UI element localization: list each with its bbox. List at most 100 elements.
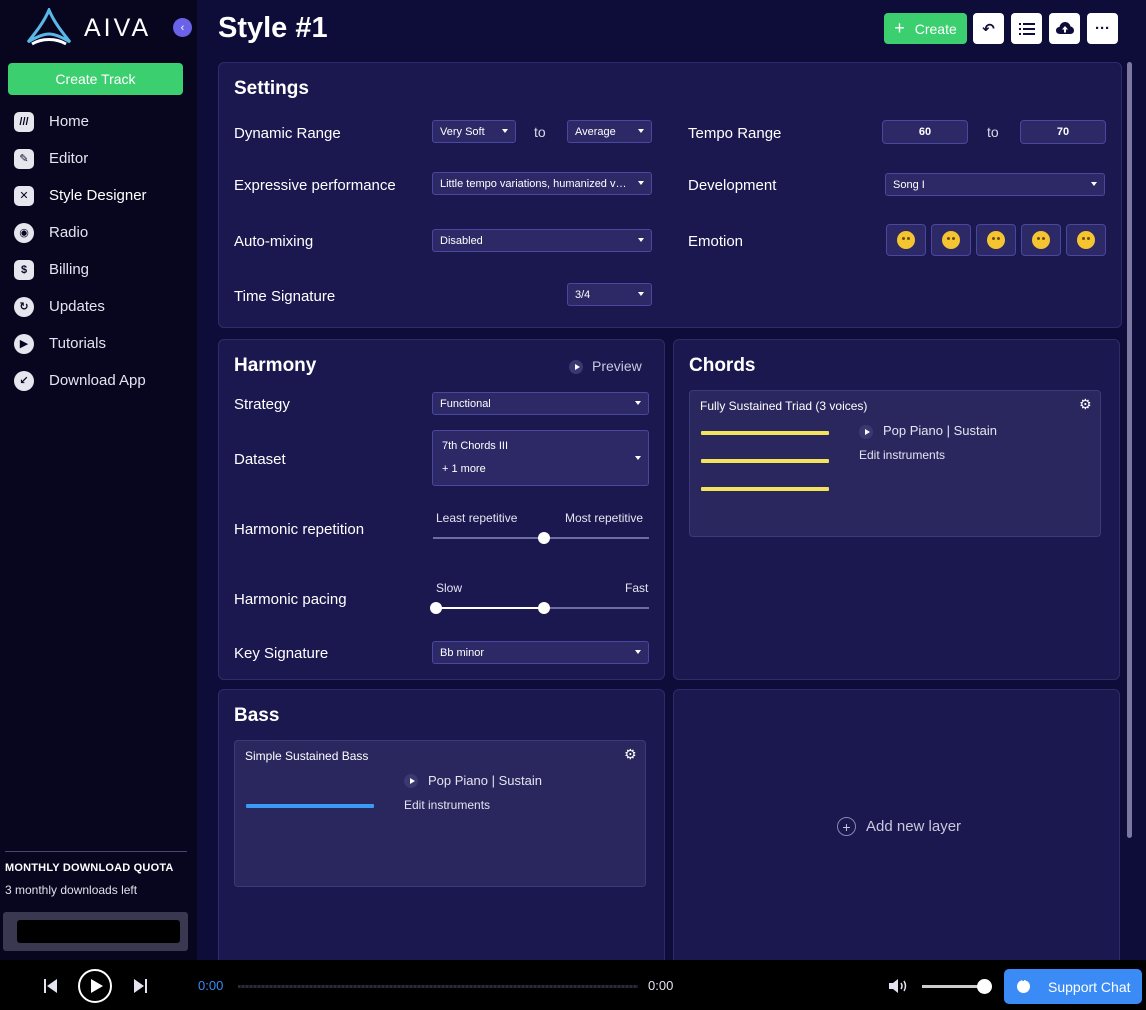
auto-mixing-select[interactable]: Disabled: [432, 229, 652, 252]
collapse-sidebar-button[interactable]: ‹: [173, 18, 192, 37]
emotion-grimace-button[interactable]: [1066, 224, 1106, 256]
chords-settings-gear-icon[interactable]: ⚙: [1079, 396, 1092, 413]
home-icon: ///: [14, 111, 34, 132]
select-value: Little tempo variations, humanized veloc…: [440, 177, 629, 190]
dynamic-range-to-text: to: [534, 124, 546, 140]
tempo-range-label: Tempo Range: [688, 125, 782, 142]
play-button[interactable]: [78, 969, 112, 1003]
bass-layer[interactable]: Simple Sustained Bass ⚙ Pop Piano | Sust…: [234, 740, 646, 887]
harmony-title: Harmony: [234, 355, 317, 376]
party-face-icon: [942, 231, 960, 249]
tempo-min-input[interactable]: 60: [882, 120, 968, 144]
caret-down-icon: [635, 650, 641, 654]
sidebar-item-download-app[interactable]: ↙ Download App: [0, 362, 197, 399]
repetition-slider-thumb[interactable]: [538, 532, 550, 544]
sidebar-item-tutorials[interactable]: ▶ Tutorials: [0, 325, 197, 362]
undo-button[interactable]: ↶: [973, 13, 1004, 44]
dataset-label: Dataset: [234, 451, 286, 468]
sidebar-item-label: Billing: [49, 261, 90, 278]
sidebar-item-label: Style Designer: [49, 187, 147, 204]
bass-instrument: Pop Piano | Sustain: [428, 773, 542, 788]
select-value: Very Soft: [440, 125, 485, 138]
bass-voice-bar: [246, 804, 374, 808]
volume-slider-track[interactable]: [922, 985, 984, 988]
dynamic-range-to-select[interactable]: Average: [567, 120, 652, 143]
expressive-label: Expressive performance: [234, 177, 396, 194]
pacing-slider-thumb-high[interactable]: [538, 602, 550, 614]
style-designer-icon: ✕: [14, 185, 34, 206]
emotion-anxious-button[interactable]: [976, 224, 1016, 256]
sidebar-item-label: Tutorials: [49, 335, 106, 352]
crying-face-icon: [1032, 231, 1050, 249]
dynamic-range-from-select[interactable]: Very Soft: [432, 120, 516, 143]
development-select[interactable]: Song I: [885, 173, 1105, 196]
create-track-button[interactable]: Create Track: [8, 63, 183, 95]
dynamic-range-label: Dynamic Range: [234, 125, 341, 142]
harmony-preview-button[interactable]: Preview: [569, 358, 649, 376]
tutorials-icon: ▶: [14, 333, 34, 354]
chords-edit-instruments-link[interactable]: Edit instruments: [859, 448, 945, 462]
support-chat-button[interactable]: Support Chat: [1004, 969, 1142, 1004]
next-track-icon[interactable]: [133, 978, 147, 994]
key-signature-select[interactable]: Bb minor: [432, 641, 649, 664]
playback-progress-bar[interactable]: [238, 985, 638, 988]
main-scrollbar[interactable]: [1127, 62, 1132, 838]
strategy-select[interactable]: Functional: [432, 392, 649, 415]
pacing-slider-thumb-low[interactable]: [430, 602, 442, 614]
updates-icon: ↻: [14, 296, 34, 317]
volume-slider-thumb[interactable]: [977, 979, 992, 994]
settings-title: Settings: [234, 78, 309, 99]
caret-down-icon: [638, 292, 644, 296]
add-layer-label: Add new layer: [866, 818, 962, 835]
quota-divider: [5, 851, 187, 852]
pacing-max-label: Fast: [625, 581, 649, 595]
bass-settings-gear-icon[interactable]: ⚙: [624, 746, 637, 763]
more-options-button[interactable]: ···: [1087, 13, 1118, 44]
sidebar-item-radio[interactable]: ◉ Radio: [0, 214, 197, 251]
auto-mixing-label: Auto-mixing: [234, 233, 314, 250]
sidebar-item-editor[interactable]: ✎ Editor: [0, 140, 197, 177]
select-value: Functional: [440, 397, 491, 410]
sidebar-item-style-designer[interactable]: ✕ Style Designer: [0, 177, 197, 214]
chords-instrument: Pop Piano | Sustain: [883, 423, 997, 438]
bass-title: Bass: [234, 705, 280, 726]
chords-instrument-play-icon[interactable]: [859, 425, 873, 439]
cloud-upload-button[interactable]: [1049, 13, 1080, 44]
chord-voice-bar: [701, 459, 829, 463]
download-icon: ↙: [14, 370, 34, 391]
emotion-label: Emotion: [688, 233, 744, 250]
chevron-left-icon: ‹: [180, 21, 185, 34]
aiva-logo[interactable]: AIVA: [26, 8, 151, 48]
time-signature-select[interactable]: 3/4: [567, 283, 652, 306]
bass-instrument-play-icon[interactable]: [404, 774, 418, 788]
quota-text: 3 monthly downloads left: [5, 883, 138, 897]
emotion-relieved-button[interactable]: [886, 224, 926, 256]
emotion-party-button[interactable]: [931, 224, 971, 256]
dataset-select[interactable]: 7th Chords III + 1 more: [432, 430, 649, 486]
quota-inner: [17, 920, 180, 943]
volume-icon[interactable]: [889, 978, 911, 994]
plus-icon: +: [894, 18, 905, 38]
select-value: Disabled: [440, 234, 483, 247]
bass-edit-instruments-link[interactable]: Edit instruments: [404, 798, 490, 812]
chord-voice-bar: [701, 487, 829, 491]
time-signature-label: Time Signature: [234, 288, 336, 305]
chords-layer[interactable]: Fully Sustained Triad (3 voices) ⚙ Pop P…: [689, 390, 1101, 537]
add-plus-icon: +: [837, 817, 856, 836]
create-button[interactable]: + Create: [884, 13, 967, 44]
expressive-select[interactable]: Little tempo variations, humanized veloc…: [432, 172, 652, 195]
sidebar-item-updates[interactable]: ↻ Updates: [0, 288, 197, 325]
create-button-label: Create: [914, 20, 957, 37]
add-layer-card[interactable]: + Add new layer: [673, 689, 1120, 960]
sidebar-item-billing[interactable]: $ Billing: [0, 251, 197, 288]
tempo-max-input[interactable]: 70: [1020, 120, 1106, 144]
radio-icon: ◉: [14, 222, 34, 243]
previous-track-icon[interactable]: [44, 978, 58, 994]
sidebar-item-home[interactable]: /// Home: [0, 103, 197, 140]
emotion-crying-button[interactable]: [1021, 224, 1061, 256]
chords-layer-title: Fully Sustained Triad (3 voices): [700, 399, 868, 413]
caret-down-icon: [1091, 182, 1097, 186]
caret-down-icon: [502, 129, 508, 133]
quota-box: [3, 912, 188, 951]
list-button[interactable]: [1011, 13, 1042, 44]
